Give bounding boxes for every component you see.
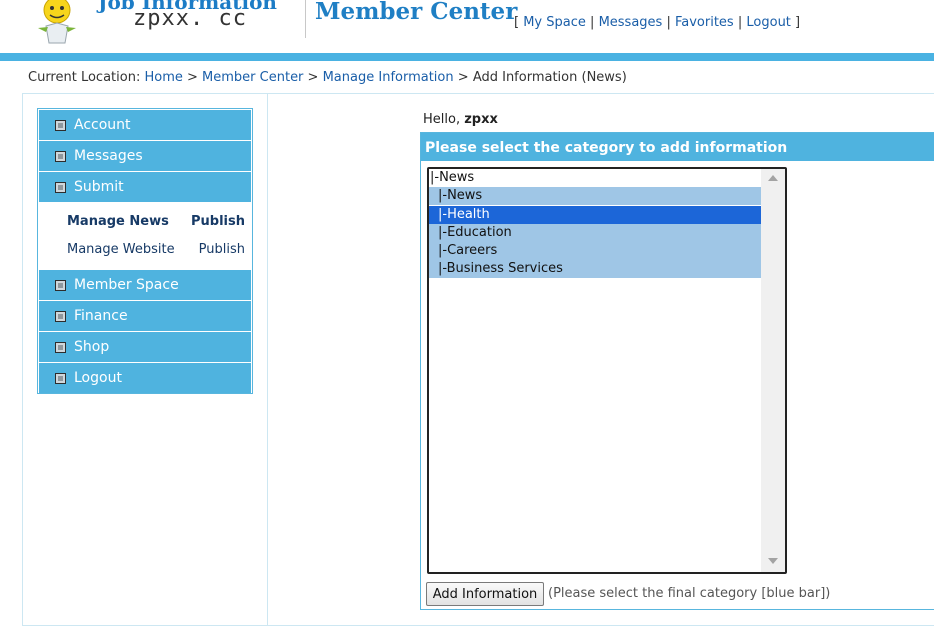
sidebar-menu: Account Messages Submit Manage News Publ… (37, 108, 253, 394)
category-option-selected[interactable]: |-Health (429, 206, 761, 224)
sidebar-item-label: Submit (74, 179, 124, 195)
sidebar-item-label: Account (74, 117, 131, 133)
square-bullet-icon (55, 182, 66, 193)
sidebar-item-label: Shop (74, 339, 110, 355)
header-accent-bar (0, 53, 934, 61)
scroll-down-arrow-icon[interactable] (768, 558, 778, 564)
square-bullet-icon (55, 311, 66, 322)
sidebar-item-messages[interactable]: Messages (39, 141, 251, 171)
page-title: Member Center (315, 0, 518, 25)
category-listbox[interactable]: |-News |-News |-Health |-Education |-Car… (427, 167, 787, 574)
breadcrumb-separator: > (457, 70, 469, 85)
sidebar-item-shop[interactable]: Shop (39, 332, 251, 362)
breadcrumb: Current Location: Home > Member Center >… (28, 70, 627, 85)
header-divider (305, 0, 306, 38)
breadcrumb-current: Add Information (News) (472, 70, 627, 85)
sidebar-item-label: Messages (74, 148, 143, 164)
breadcrumb-manage-information[interactable]: Manage Information (323, 70, 454, 85)
square-bullet-icon (55, 342, 66, 353)
breadcrumb-separator: > (307, 70, 319, 85)
top-links: [ My Space | Messages | Favorites | Logo… (514, 15, 800, 30)
category-option[interactable]: |-Careers (429, 242, 761, 260)
manage-news-link[interactable]: Manage News (67, 214, 169, 229)
mascot-icon (38, 0, 76, 44)
add-information-button[interactable]: Add Information (426, 582, 544, 606)
link-separator: | (666, 15, 671, 30)
submit-submenu: Manage News Publish Manage Website Publi… (39, 203, 251, 269)
square-bullet-icon (55, 151, 66, 162)
submenu-row-website: Manage Website Publish (67, 242, 245, 262)
category-option[interactable]: |-Education (429, 224, 761, 242)
site-logo[interactable]: Job Information zpxx. cc (0, 0, 300, 50)
greeting: Hello, zpxx (423, 112, 498, 127)
scroll-up-arrow-icon[interactable] (768, 175, 778, 181)
category-panel: Please select the category to add inform… (420, 132, 934, 610)
square-bullet-icon (55, 373, 66, 384)
favorites-link[interactable]: Favorites (675, 15, 734, 30)
sidebar-item-label: Member Space (74, 277, 179, 293)
sidebar-item-account[interactable]: Account (39, 110, 251, 140)
sidebar-item-logout[interactable]: Logout (39, 363, 251, 393)
listbox-scrollbar[interactable] (761, 169, 785, 572)
sidebar-item-finance[interactable]: Finance (39, 301, 251, 331)
messages-link[interactable]: Messages (599, 15, 663, 30)
bracket-open: [ (514, 15, 520, 30)
sidebar-item-label: Logout (74, 370, 122, 386)
square-bullet-icon (55, 120, 66, 131)
breadcrumb-prefix: Current Location: (28, 70, 141, 85)
square-bullet-icon (55, 280, 66, 291)
selection-hint: (Please select the final category [blue … (548, 586, 831, 601)
category-option[interactable]: |-News (429, 187, 761, 205)
category-option[interactable]: |-News (429, 169, 761, 187)
my-space-link[interactable]: My Space (523, 15, 586, 30)
sidebar-item-submit[interactable]: Submit (39, 172, 251, 202)
breadcrumb-separator: > (187, 70, 198, 85)
sidebar-item-member-space[interactable]: Member Space (39, 270, 251, 300)
panel-title: Please select the category to add inform… (421, 133, 934, 161)
category-option[interactable]: |-Business Services (429, 260, 761, 278)
link-separator: | (737, 15, 743, 30)
link-separator: | (590, 15, 595, 30)
sidebar-divider (267, 94, 268, 626)
greeting-prefix: Hello, (423, 112, 461, 127)
publish-news-link[interactable]: Publish (191, 214, 245, 229)
logo-site-name: zpxx. cc (133, 6, 247, 31)
publish-website-link[interactable]: Publish (199, 242, 245, 257)
header: Job Information zpxx. cc Member Center [… (0, 0, 934, 52)
submenu-row-news: Manage News Publish (67, 214, 245, 234)
breadcrumb-home[interactable]: Home (144, 70, 182, 85)
logout-link[interactable]: Logout (746, 15, 791, 30)
username: zpxx (464, 112, 498, 127)
breadcrumb-member-center[interactable]: Member Center (202, 70, 303, 85)
bracket-close: ] (795, 15, 801, 30)
sidebar-item-label: Finance (74, 308, 128, 324)
manage-website-link[interactable]: Manage Website (67, 242, 175, 257)
